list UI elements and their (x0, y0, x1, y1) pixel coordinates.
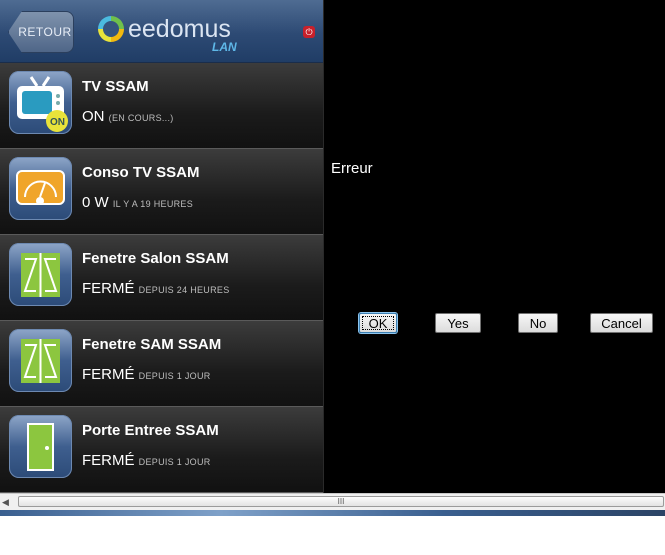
horizontal-scrollbar[interactable]: ◀ III (0, 493, 665, 510)
page-background (0, 516, 665, 555)
no-button[interactable]: No (518, 313, 558, 333)
window-icon (9, 329, 72, 392)
window-icon (9, 243, 72, 306)
device-state: 0 W IL Y A 19 HEURES (82, 194, 193, 211)
app-panel: RETOUR eedomus LAN ⏻ ON TV SSAM ON (EN C… (0, 0, 324, 493)
device-state-value: FERMÉ (82, 452, 135, 469)
device-state: FERMÉ DEPUIS 24 HEURES (82, 280, 230, 297)
device-row[interactable]: Porte Entree SSAM FERMÉ DEPUIS 1 JOUR (0, 407, 323, 493)
ok-button[interactable]: OK (359, 313, 397, 333)
device-state-since: (EN COURS...) (108, 113, 174, 123)
svg-text:ON: ON (50, 117, 65, 128)
device-state: FERMÉ DEPUIS 1 JOUR (82, 452, 211, 469)
cancel-button[interactable]: Cancel (590, 313, 653, 333)
device-state-value: ON (82, 108, 105, 125)
dialog-message: Erreur (331, 160, 373, 177)
device-state-value: FERMÉ (82, 366, 135, 383)
device-state-since: IL Y A 19 HEURES (112, 199, 194, 209)
device-name: Porte Entree SSAM (82, 422, 219, 439)
device-state-since: DEPUIS 1 JOUR (138, 371, 211, 381)
scroll-left-arrow-icon[interactable]: ◀ (2, 497, 12, 507)
device-name: Conso TV SSAM (82, 164, 200, 181)
device-state: FERMÉ DEPUIS 1 JOUR (82, 366, 211, 383)
device-row[interactable]: Fenetre SAM SSAM FERMÉ DEPUIS 1 JOUR (0, 321, 323, 407)
yes-button[interactable]: Yes (435, 313, 481, 333)
meter-icon (9, 157, 72, 220)
header-bar: RETOUR eedomus LAN ⏻ (0, 0, 323, 63)
device-state-since: DEPUIS 24 HEURES (138, 285, 230, 295)
eedomus-logo: eedomus LAN (98, 14, 238, 56)
logo-circle-icon (98, 16, 124, 42)
device-name: Fenetre Salon SSAM (82, 250, 229, 267)
device-state-value: FERMÉ (82, 280, 135, 297)
device-row[interactable]: Conso TV SSAM 0 W IL Y A 19 HEURES (0, 149, 323, 235)
tv-icon: ON (9, 71, 72, 134)
scrollbar-thumb[interactable]: III (18, 496, 664, 507)
power-icon[interactable]: ⏻ (303, 26, 315, 38)
device-state: ON (EN COURS...) (82, 108, 174, 125)
device-row[interactable]: Fenetre Salon SSAM FERMÉ DEPUIS 24 HEURE… (0, 235, 323, 321)
device-name: Fenetre SAM SSAM (82, 336, 222, 353)
back-button[interactable]: RETOUR (8, 11, 74, 53)
device-row[interactable]: ON TV SSAM ON (EN COURS...) (0, 63, 323, 149)
device-state-since: DEPUIS 1 JOUR (138, 457, 211, 467)
device-state-value: 0 W (82, 194, 109, 211)
logo-subtext: LAN (212, 40, 237, 54)
device-name: TV SSAM (82, 78, 149, 95)
door-icon (9, 415, 72, 478)
